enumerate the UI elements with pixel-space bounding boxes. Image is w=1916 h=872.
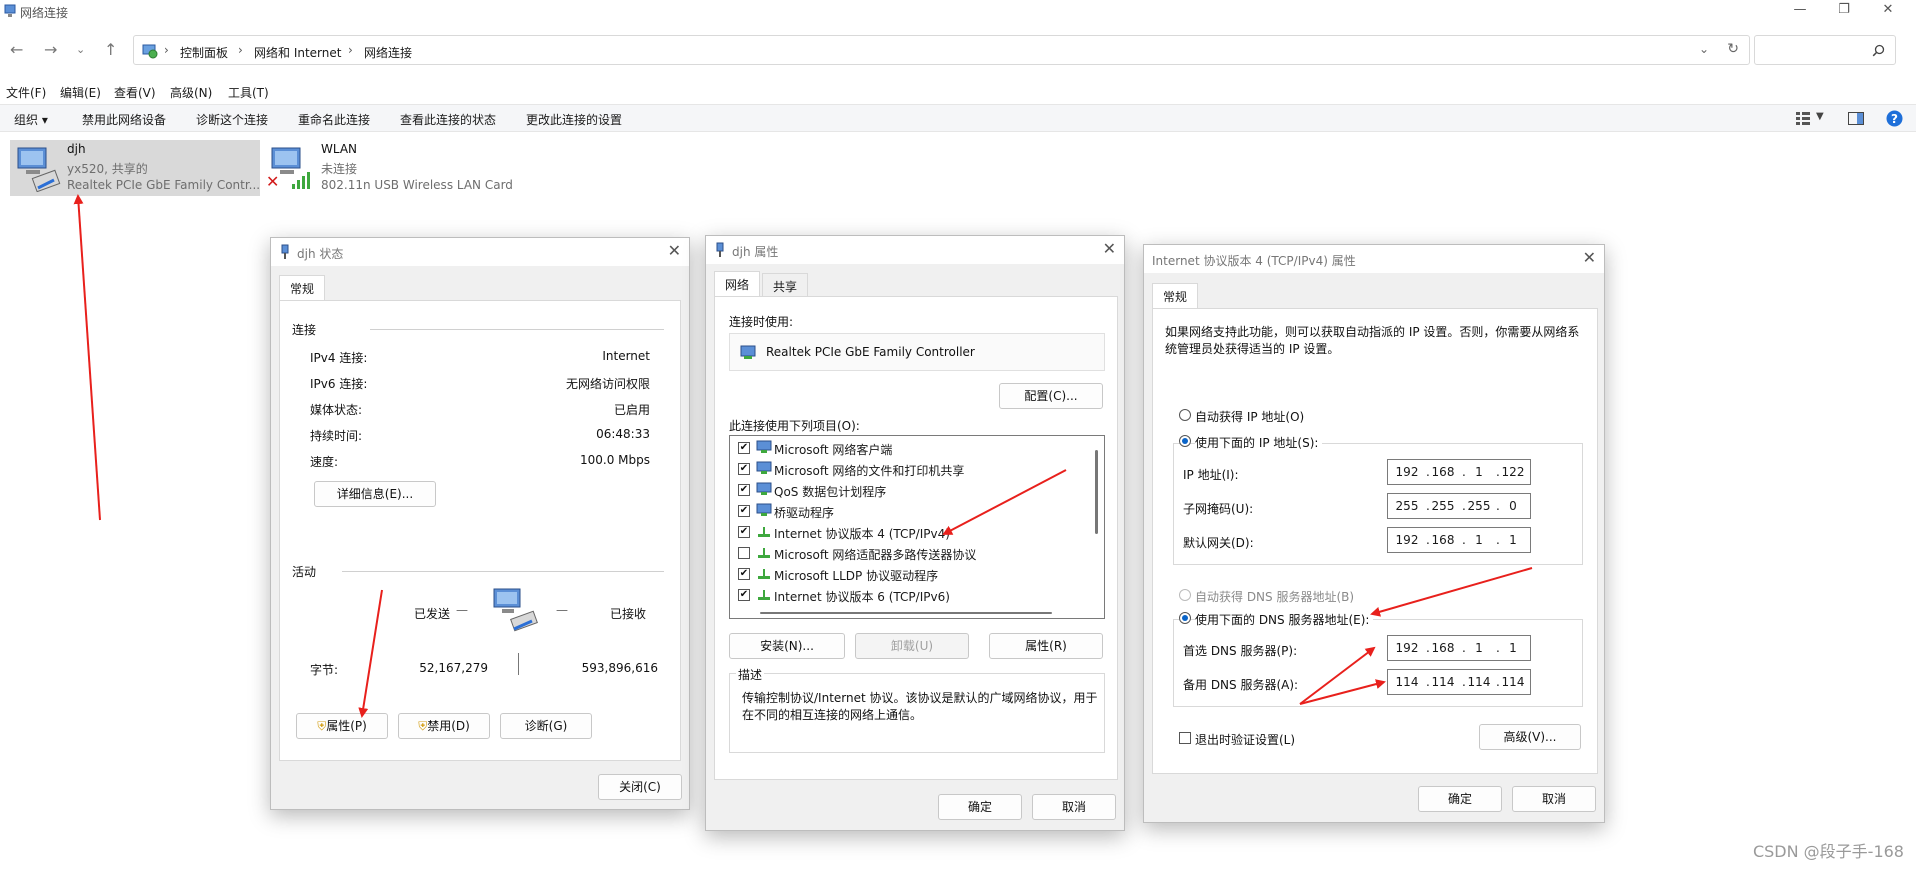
annotation-arrows (73, 194, 1533, 718)
arrow-to-preferred-dns (1299, 646, 1376, 705)
arrow-to-ipv4-item (942, 469, 1067, 535)
arrow-to-properties-button (358, 589, 383, 718)
arrow-to-adapter (73, 194, 101, 521)
arrow-to-manual-dns (1370, 567, 1533, 617)
arrow-to-alternate-dns (1299, 679, 1386, 705)
watermark: CSDN @段子手-168 (1752, 842, 1904, 861)
